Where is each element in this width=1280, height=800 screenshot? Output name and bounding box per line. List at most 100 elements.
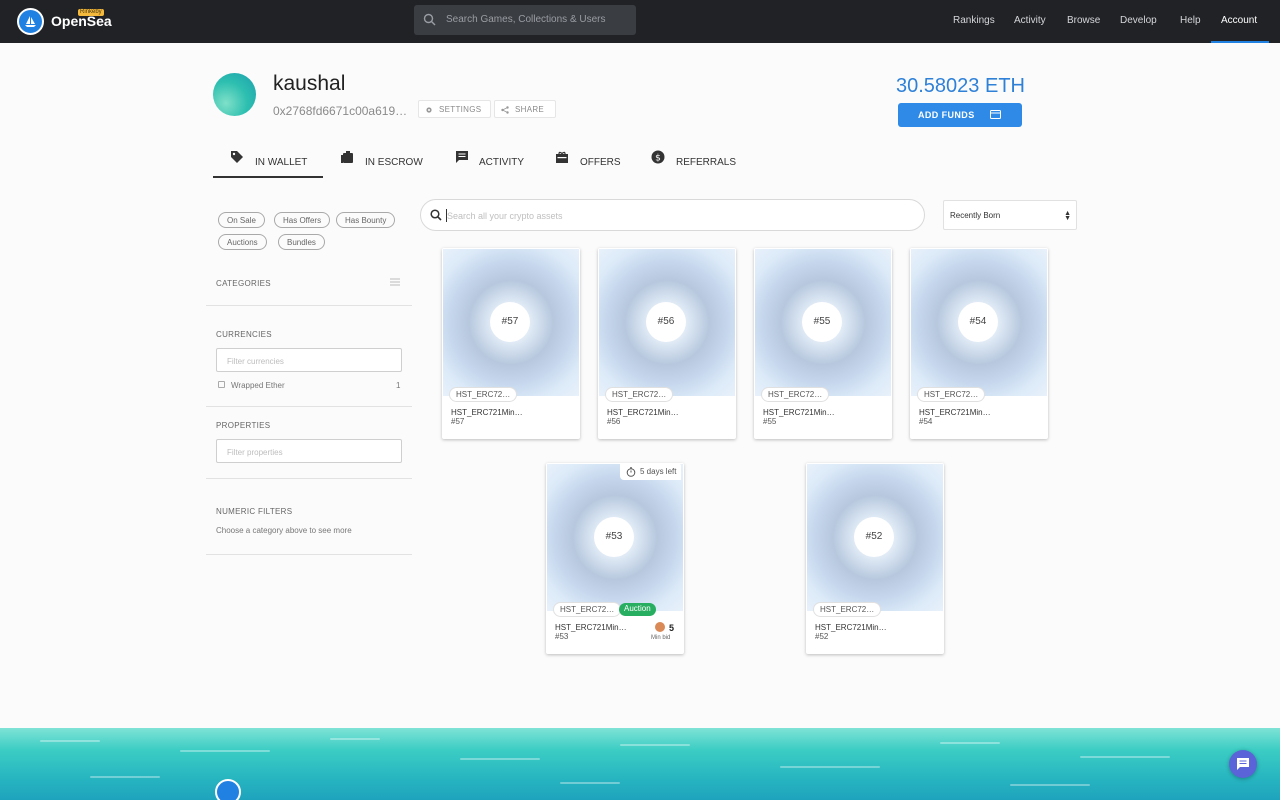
collection-chip[interactable]: HST_ERC72… bbox=[553, 602, 622, 617]
asset-image: #57 bbox=[443, 249, 579, 396]
asset-number-badge: #55 bbox=[802, 302, 842, 342]
select-arrows-icon: ▲ ▼ bbox=[1064, 210, 1071, 222]
properties-title: PROPERTIES bbox=[216, 421, 271, 430]
add-funds-label: ADD FUNDS bbox=[918, 110, 975, 120]
collection-chip[interactable]: HST_ERC72… bbox=[449, 387, 518, 402]
ocean-footer bbox=[0, 728, 1280, 800]
filter-chip-has-offers[interactable]: Has Offers bbox=[274, 212, 331, 228]
nav-active-indicator bbox=[1211, 41, 1269, 43]
tab-offers-label: OFFERS bbox=[580, 157, 621, 168]
asset-card[interactable]: #57 HST_ERC72… HST_ERC721Min… #57 bbox=[442, 248, 580, 439]
asset-card[interactable]: #53 5 days left HST_ERC72… Auction HST_E… bbox=[546, 463, 684, 654]
asset-search-placeholder: Search all your crypto assets bbox=[447, 211, 563, 221]
auction-badge: Auction bbox=[619, 603, 656, 616]
asset-number-badge: #54 bbox=[958, 302, 998, 342]
wrapped-ether-checkbox[interactable] bbox=[218, 381, 225, 388]
nav-develop[interactable]: Develop bbox=[1120, 15, 1157, 26]
gear-icon bbox=[426, 107, 432, 113]
asset-image: #55 bbox=[755, 249, 891, 396]
global-search-placeholder: Search Games, Collections & Users bbox=[446, 14, 606, 25]
currencies-filter-placeholder: Filter currencies bbox=[227, 357, 284, 366]
asset-image: #54 bbox=[911, 249, 1047, 396]
asset-id: #57 bbox=[451, 417, 465, 426]
nav-help[interactable]: Help bbox=[1180, 15, 1201, 26]
username: kaushal bbox=[273, 72, 346, 95]
asset-name: HST_ERC721Min… bbox=[555, 623, 627, 632]
properties-filter-placeholder: Filter properties bbox=[227, 448, 283, 457]
asset-name: HST_ERC721Min… bbox=[815, 623, 887, 632]
asset-id: #53 bbox=[555, 632, 569, 641]
nav-browse[interactable]: Browse bbox=[1067, 15, 1100, 26]
asset-search-input[interactable]: Search all your crypto assets bbox=[420, 199, 925, 231]
filter-chip-has-bounty[interactable]: Has Bounty bbox=[336, 212, 396, 228]
asset-name: HST_ERC721Min… bbox=[607, 408, 679, 417]
network-badge: Rinkeby bbox=[78, 9, 104, 16]
wallet-address[interactable]: 0x2768fd6671c00a619… bbox=[273, 104, 407, 118]
share-button[interactable]: SHARE bbox=[494, 100, 556, 118]
sidebar-divider bbox=[206, 478, 412, 479]
sidebar-divider bbox=[206, 406, 412, 407]
asset-id: #56 bbox=[607, 417, 621, 426]
properties-filter-input[interactable]: Filter properties bbox=[216, 439, 402, 463]
token-icon bbox=[655, 622, 665, 632]
sidebar-divider bbox=[206, 554, 412, 555]
eth-balance: 30.58023 ETH bbox=[896, 75, 1025, 97]
sort-value: Recently Born bbox=[950, 211, 1001, 220]
filter-chip-bundles[interactable]: Bundles bbox=[278, 234, 325, 250]
footer-logo-icon[interactable] bbox=[215, 779, 241, 800]
asset-name: HST_ERC721Min… bbox=[451, 408, 523, 417]
numeric-filters-hint: Choose a category above to see more bbox=[216, 526, 352, 535]
numeric-filters-title: NUMERIC FILTERS bbox=[216, 507, 293, 516]
filter-chip-auctions[interactable]: Auctions bbox=[218, 234, 267, 250]
opensea-logo-icon[interactable] bbox=[17, 8, 44, 35]
currencies-filter-input[interactable]: Filter currencies bbox=[216, 348, 402, 372]
asset-card[interactable]: #52 HST_ERC72… HST_ERC721Min… #52 bbox=[806, 463, 944, 654]
asset-number-badge: #52 bbox=[854, 517, 894, 557]
active-tab-indicator bbox=[213, 176, 323, 178]
tab-offers[interactable]: OFFERS bbox=[555, 151, 621, 178]
collection-chip[interactable]: HST_ERC72… bbox=[605, 387, 674, 402]
settings-button[interactable]: SETTINGS bbox=[418, 100, 491, 118]
stopwatch-icon bbox=[626, 467, 636, 477]
asset-id: #55 bbox=[763, 417, 777, 426]
top-nav-bar: OpenSea Rinkeby Search Games, Collection… bbox=[0, 0, 1280, 43]
settings-label: SETTINGS bbox=[439, 105, 482, 114]
offers-icon bbox=[556, 151, 568, 163]
auction-timer: 5 days left bbox=[620, 464, 682, 480]
dollar-icon: $ bbox=[651, 150, 665, 164]
collection-chip[interactable]: HST_ERC72… bbox=[761, 387, 830, 402]
collection-chip[interactable]: HST_ERC72… bbox=[813, 602, 882, 617]
asset-number-badge: #57 bbox=[490, 302, 530, 342]
asset-card[interactable]: #55 HST_ERC72… HST_ERC721Min… #55 bbox=[754, 248, 892, 439]
nav-account[interactable]: Account bbox=[1221, 15, 1257, 26]
categories-title[interactable]: CATEGORIES bbox=[216, 279, 271, 288]
search-icon bbox=[423, 13, 436, 26]
sort-select[interactable]: Recently Born ▲ ▼ bbox=[943, 200, 1077, 230]
asset-name: HST_ERC721Min… bbox=[763, 408, 835, 417]
list-icon[interactable] bbox=[390, 278, 400, 286]
svg-text:$: $ bbox=[655, 154, 661, 164]
sidebar-divider bbox=[206, 305, 412, 306]
credit-card-icon bbox=[990, 110, 1001, 119]
chat-button[interactable] bbox=[1229, 750, 1257, 778]
nav-rankings[interactable]: Rankings bbox=[953, 15, 995, 26]
avatar[interactable] bbox=[213, 73, 256, 116]
tab-referrals[interactable]: $ REFERRALS bbox=[651, 150, 736, 178]
tab-in-escrow[interactable]: IN ESCROW bbox=[340, 151, 425, 178]
share-label: SHARE bbox=[515, 105, 545, 114]
currency-item-label[interactable]: Wrapped Ether bbox=[231, 381, 285, 390]
search-icon bbox=[430, 209, 442, 221]
filter-chip-on-sale[interactable]: On Sale bbox=[218, 212, 265, 228]
global-search-input[interactable]: Search Games, Collections & Users bbox=[414, 5, 636, 35]
add-funds-button[interactable]: ADD FUNDS bbox=[898, 103, 1022, 127]
nav-activity[interactable]: Activity bbox=[1014, 15, 1046, 26]
chat-icon bbox=[1237, 758, 1249, 770]
asset-card[interactable]: #56 HST_ERC72… HST_ERC721Min… #56 bbox=[598, 248, 736, 439]
timer-text: 5 days left bbox=[640, 467, 677, 476]
share-icon bbox=[501, 106, 509, 114]
tab-in-wallet-label: IN WALLET bbox=[255, 157, 308, 168]
tab-activity[interactable]: ACTIVITY bbox=[455, 151, 525, 178]
tab-in-wallet[interactable]: IN WALLET bbox=[230, 151, 323, 178]
collection-chip[interactable]: HST_ERC72… bbox=[917, 387, 986, 402]
asset-card[interactable]: #54 HST_ERC72… HST_ERC721Min… #54 bbox=[910, 248, 1048, 439]
